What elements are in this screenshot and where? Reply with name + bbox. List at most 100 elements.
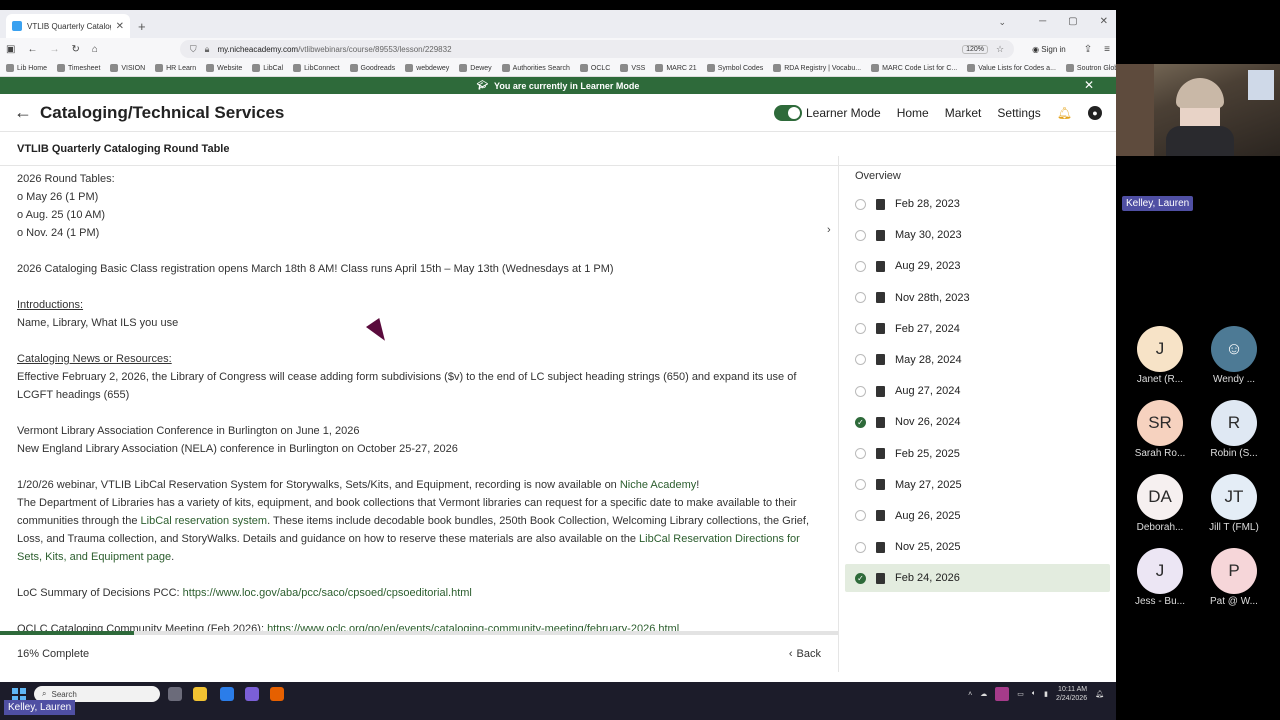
bookmark-item[interactable]: VISION	[110, 64, 145, 72]
bookmark-item[interactable]: MARC 21	[655, 64, 697, 72]
bell-icon[interactable]: 🔔︎	[1057, 106, 1072, 120]
bookmark-item[interactable]: Value Lists for Codes a...	[967, 64, 1056, 72]
document-icon	[876, 572, 885, 584]
lesson-item[interactable]: Nov 25, 2025	[845, 533, 1110, 561]
avatar: JT	[1211, 474, 1257, 520]
bookmark-item[interactable]: Dewey	[459, 64, 492, 72]
minimize-icon[interactable]: ─	[1039, 16, 1046, 27]
nav-home[interactable]: Home	[897, 106, 929, 120]
toggle-switch[interactable]	[773, 104, 802, 121]
back-arrow-icon[interactable]: ←	[27, 44, 37, 55]
maximize-icon[interactable]: ▢	[1068, 16, 1077, 27]
task-view-icon[interactable]	[168, 687, 182, 701]
loc-link[interactable]: https://www.loc.gov/aba/pcc/saco/cpsoed/…	[183, 587, 472, 599]
participant-tile[interactable]: JT Jill T (FML)	[1205, 474, 1263, 533]
lesson-item[interactable]: ✓ Nov 26, 2024	[845, 408, 1110, 436]
bookmark-item[interactable]: Timesheet	[56, 64, 100, 72]
tab-title: VTLIB Quarterly Cataloging Ro...	[27, 21, 111, 31]
lesson-item[interactable]: Feb 28, 2023	[845, 190, 1110, 218]
lesson-item[interactable]: Aug 27, 2024	[845, 377, 1110, 405]
home-icon[interactable]: ⌂	[92, 44, 98, 55]
bookmark-item[interactable]: Goodreads	[349, 64, 395, 72]
participant-tile[interactable]: DA Deborah...	[1131, 474, 1189, 533]
star-icon[interactable]: ☆	[996, 44, 1004, 55]
bookmark-item[interactable]: Authorities Search	[501, 64, 570, 72]
reload-icon[interactable]: ↻	[71, 44, 79, 55]
battery-icon[interactable]: ▮	[1044, 690, 1048, 698]
browser-tab[interactable]: VTLIB Quarterly Cataloging Ro... ✕	[6, 14, 130, 38]
participant-tile[interactable]: J Janet (R...	[1131, 326, 1189, 385]
circle-icon	[855, 292, 866, 304]
participant-tile[interactable]: R Robin (S...	[1205, 400, 1263, 459]
lesson-item[interactable]: May 28, 2024	[845, 346, 1110, 374]
bookmark-item[interactable]: LibConnect	[293, 64, 340, 72]
close-banner-icon[interactable]: ✕	[1084, 78, 1094, 92]
circle-icon	[855, 479, 866, 491]
learner-mode-toggle[interactable]: Learner Mode	[773, 104, 881, 121]
nav-market[interactable]: Market	[945, 106, 982, 120]
teams-icon[interactable]	[245, 687, 259, 701]
firefox-icon[interactable]	[270, 687, 284, 701]
extensions-icon[interactable]: ⇪	[1084, 44, 1092, 55]
bookmark-item[interactable]: webdewey	[405, 64, 449, 72]
bookmark-icon	[56, 64, 65, 72]
lesson-item[interactable]: May 30, 2023	[845, 221, 1110, 249]
bookmark-item[interactable]: Soutron Global Suppo...	[1065, 64, 1116, 72]
bookmark-item[interactable]: LibCal	[252, 64, 283, 72]
menu-icon[interactable]: ≡	[1104, 44, 1110, 55]
signin-button[interactable]: ◉ Sign in	[1026, 44, 1072, 55]
sidebar-toggle-icon[interactable]: ▣	[6, 44, 15, 55]
lesson-item[interactable]: May 27, 2025	[845, 471, 1110, 499]
lesson-item[interactable]: Aug 29, 2023	[845, 252, 1110, 280]
chevron-right-icon[interactable]: ›	[827, 224, 831, 236]
chevron-down-icon[interactable]: ⌄	[998, 17, 1006, 28]
notification-icon[interactable]: 🔔︎	[1095, 690, 1104, 698]
check-circle-icon: ✓	[855, 416, 866, 428]
lesson-item[interactable]: Aug 26, 2025	[845, 502, 1110, 530]
lesson-item[interactable]: ✓ Feb 24, 2026	[845, 564, 1110, 593]
participant-tile[interactable]: J Jess - Bu...	[1131, 548, 1189, 607]
bookmark-item[interactable]: Symbol Codes	[706, 64, 763, 72]
mic-icon[interactable]	[995, 687, 1010, 701]
webinar-pre: 1/20/26 webinar, VTLIB LibCal Reservatio…	[17, 479, 620, 491]
document-icon	[876, 416, 885, 428]
bookmark-item[interactable]: OCLC	[579, 64, 610, 72]
bookmark-label: Website	[217, 64, 243, 72]
page-title: Cataloging/Technical Services	[40, 102, 285, 122]
lesson-item[interactable]: Feb 25, 2025	[845, 440, 1110, 468]
close-window-icon[interactable]: ✕	[1100, 16, 1108, 27]
bookmark-item[interactable]: MARC Code List for C...	[871, 64, 957, 72]
volume-icon[interactable]: 🔈︎	[1032, 690, 1036, 698]
niche-academy-link[interactable]: Niche Academy	[620, 479, 696, 491]
cloud-icon[interactable]: ☁	[980, 690, 987, 698]
lock-icon: 🔒︎	[204, 43, 210, 54]
back-button[interactable]: ‹ Back	[789, 648, 821, 660]
file-explorer-icon[interactable]	[193, 687, 207, 701]
document-icon	[876, 292, 885, 304]
new-tab-icon[interactable]: +	[138, 19, 146, 34]
bookmark-item[interactable]: Website	[206, 64, 242, 72]
zoom-level[interactable]: 120%	[962, 44, 989, 54]
forward-arrow-icon[interactable]: →	[49, 44, 59, 55]
bookmark-item[interactable]: VSS	[620, 64, 645, 72]
zoom-panel: Kelley, Lauren J Janet (R... ☺ Wendy ... SR S…	[1116, 10, 1280, 682]
libcal-reservation-link[interactable]: LibCal reservation system	[141, 515, 268, 527]
participant-tile[interactable]: ☺ Wendy ...	[1205, 326, 1263, 385]
lesson-item[interactable]: Nov 28th, 2023	[845, 284, 1110, 312]
graduation-cap-icon: 🎓︎	[476, 80, 489, 90]
address-bar[interactable]: ⛉ 🔒︎ my.nicheacademy.com/vtlibwebinars/c…	[179, 40, 1015, 58]
lesson-item[interactable]: Feb 27, 2024	[845, 315, 1110, 343]
bookmark-item[interactable]: RDA Registry | Vocabu...	[773, 64, 861, 72]
display-icon[interactable]: ▭	[1017, 690, 1024, 698]
bookmark-item[interactable]: HR Learn	[155, 64, 196, 72]
close-tab-icon[interactable]: ✕	[116, 21, 124, 32]
back-arrow-icon[interactable]: ←	[14, 102, 32, 123]
chevron-up-icon[interactable]: ˄	[968, 691, 972, 698]
participant-tile[interactable]: P Pat @ W...	[1205, 548, 1263, 607]
bookmark-item[interactable]: Lib Home	[6, 64, 47, 72]
circle-icon	[855, 385, 866, 397]
nav-settings[interactable]: Settings	[997, 106, 1040, 120]
edge-icon[interactable]	[220, 687, 234, 701]
user-icon[interactable]: ●	[1088, 105, 1102, 120]
participant-tile[interactable]: SR Sarah Ro...	[1131, 400, 1189, 459]
